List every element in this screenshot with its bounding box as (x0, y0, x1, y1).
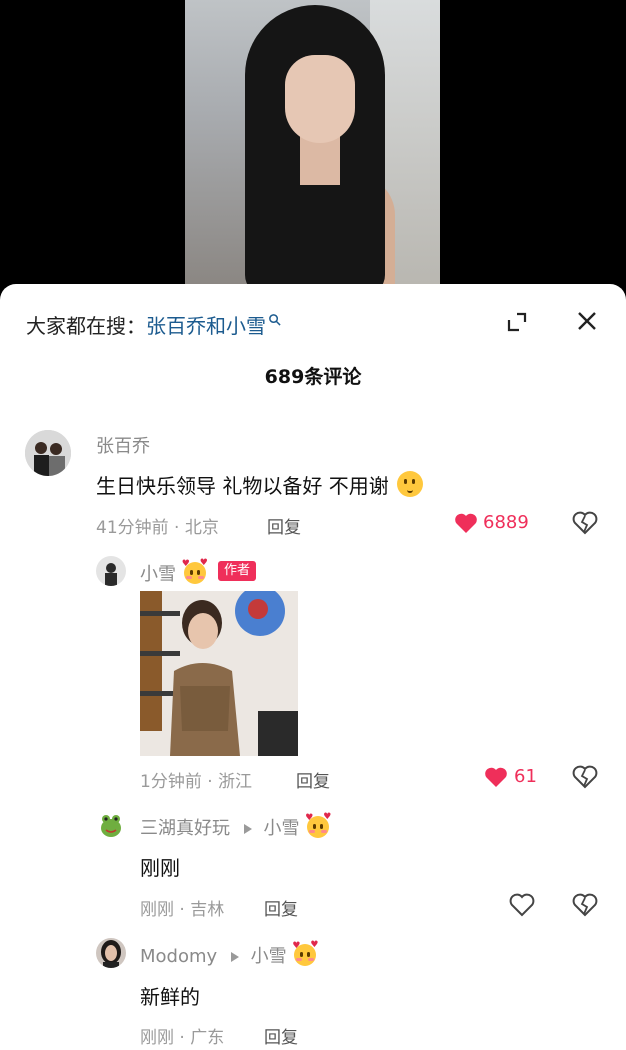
reply-time-location: 刚刚 · 广东 (140, 1028, 225, 1048)
reply-to-arrow-icon (230, 952, 239, 962)
comment-text: 生日快乐领导 礼物以备好 不用谢 (96, 470, 424, 499)
reply-to-arrow-icon (243, 824, 252, 834)
reply-button[interactable]: 回复 (264, 1023, 298, 1048)
dislike-icon[interactable] (572, 765, 598, 789)
close-icon[interactable] (574, 308, 600, 334)
heart-icon[interactable] (454, 512, 478, 534)
video-player[interactable] (0, 0, 626, 300)
search-suggestion[interactable]: 大家都在搜： 张百乔和小雪 (26, 310, 281, 338)
reply-time-location: 1分钟前 · 浙江 (140, 772, 253, 792)
reply-button[interactable]: 回复 (267, 513, 301, 538)
author-badge: 作者 (218, 561, 257, 581)
avatar[interactable] (25, 430, 71, 476)
reply-to-username[interactable]: 小雪 (251, 946, 287, 967)
search-suggestion-prefix: 大家都在搜： (26, 313, 146, 338)
comment-time-location: 41分钟前 · 北京 (96, 518, 219, 538)
reply-username[interactable]: 三湖真好玩 小雪 ♥ ♥ (140, 813, 331, 840)
avatar[interactable] (96, 938, 126, 968)
thinking-emoji-icon (397, 471, 424, 497)
reply-username[interactable]: 小雪 ♥ ♥ (140, 559, 208, 586)
comment-sheet: 大家都在搜： 张百乔和小雪 689条评论 张百乔 生日快乐领导 礼物以备好 不用… (0, 284, 626, 1050)
like-count: 61 (514, 766, 537, 787)
dislike-icon[interactable] (572, 511, 598, 535)
smiling-hearts-emoji-icon: ♥ ♥ (292, 941, 318, 966)
reply-text: 刚刚 (140, 856, 180, 880)
smiling-hearts-emoji-icon: ♥ ♥ (182, 559, 208, 584)
reply-to-username[interactable]: 小雪 (263, 818, 299, 839)
comment-username[interactable]: 张百乔 (96, 432, 150, 458)
reply-time-location: 刚刚 · 吉林 (140, 900, 225, 920)
reply-text: 新鲜的 (140, 985, 200, 1009)
reply-username[interactable]: Modomy 小雪 ♥ ♥ (140, 941, 318, 968)
dislike-icon[interactable] (572, 893, 598, 917)
video-frame (185, 0, 440, 284)
heart-icon[interactable] (484, 766, 508, 788)
search-suggestion-term[interactable]: 张百乔和小雪 (146, 310, 266, 339)
reply-button[interactable]: 回复 (296, 767, 330, 792)
avatar[interactable] (96, 556, 126, 586)
like-count: 6889 (483, 512, 529, 533)
comment-text-content: 生日快乐领导 礼物以备好 不用谢 (96, 474, 389, 498)
reply-button[interactable]: 回复 (264, 895, 298, 920)
heart-icon[interactable] (509, 893, 535, 917)
avatar[interactable] (96, 810, 126, 840)
comment-image[interactable] (140, 591, 298, 756)
smiling-hearts-emoji-icon: ♥ ♥ (305, 813, 331, 838)
expand-icon[interactable] (505, 310, 529, 334)
comment-count: 689条评论 (264, 366, 362, 388)
search-icon (269, 313, 281, 326)
